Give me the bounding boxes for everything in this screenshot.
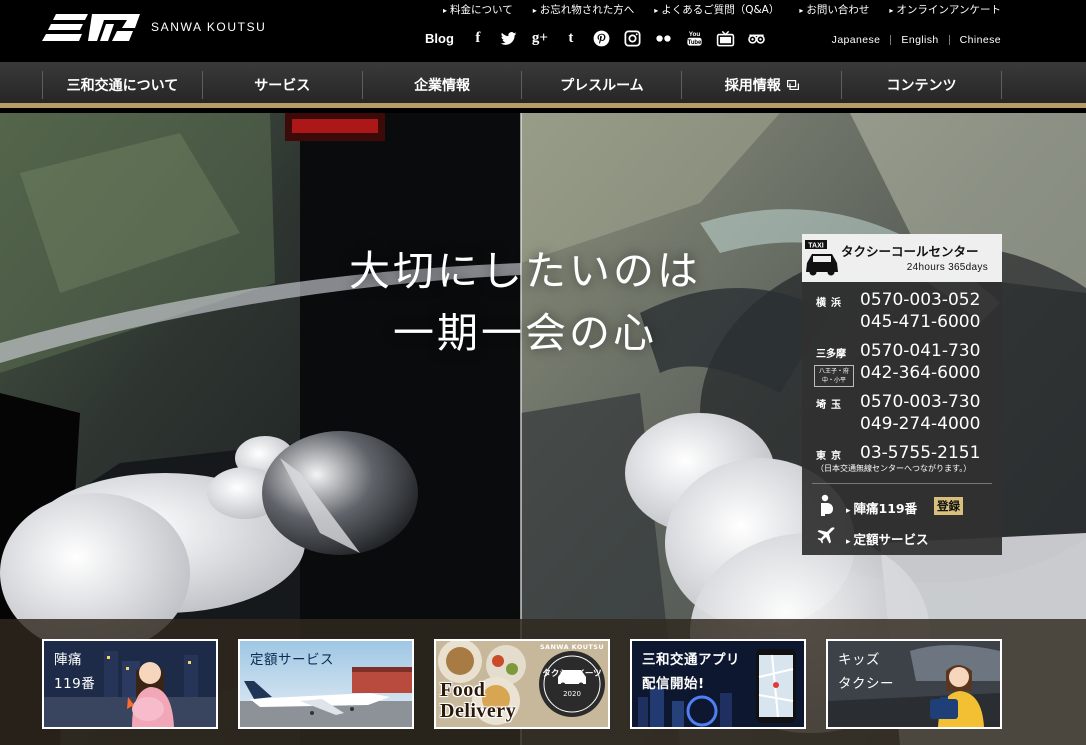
pinterest-icon[interactable] (592, 28, 612, 48)
lang-chinese[interactable]: Chinese (950, 34, 1001, 46)
nav-company[interactable]: 企業情報 (363, 71, 523, 99)
utility-link-faq[interactable]: よくあるご質問（Q&A） (654, 2, 779, 17)
blog-link[interactable]: Blog (425, 31, 454, 46)
call-center-header: TAXI タクシーコールセンター 24hours 365days (802, 234, 1002, 282)
banner-title: 三和交通アプリ (642, 652, 740, 668)
call-center-divider (812, 483, 992, 484)
hero-tagline-line1: 大切にしたいのは (349, 247, 701, 295)
utility-link-fare[interactable]: 料金について (443, 2, 513, 17)
google-plus-icon[interactable]: g+ (530, 28, 550, 48)
banner-food-delivery[interactable]: Food Delivery SANWA KOUTSU タクシーイーツ 2020 (434, 639, 610, 729)
seal-title: タクシーイーツ (542, 669, 602, 679)
nav-contents[interactable]: コンテンツ (842, 71, 1002, 99)
nav-press-label: プレスルーム (560, 78, 644, 94)
region-label: 東京 (816, 451, 846, 462)
phone-number[interactable]: 045-471-6000 (860, 312, 980, 332)
tripadvisor-icon[interactable] (747, 28, 767, 48)
flickr-icon[interactable] (654, 28, 674, 48)
banner-title: キッズ (838, 652, 880, 668)
utility-link-contact[interactable]: お問い合わせ (799, 2, 869, 17)
svg-text:三和: 三和 (42, 14, 44, 15)
banner-subtitle: タクシー (838, 676, 894, 692)
phone-number[interactable]: 042-364-6000 (860, 363, 980, 383)
banner-strip: 陣痛 119番 定額サービス Food Delivery SANWA KOUTS… (0, 619, 1086, 745)
nav-company-label: 企業情報 (414, 78, 471, 94)
labor-pain-119-link[interactable]: 陣痛119番 登録 (802, 492, 1002, 518)
phone-number[interactable]: 0570-003-730 (860, 392, 980, 412)
region-sublabel: 八王子・府中・小平 (814, 365, 854, 387)
labor-pain-119-label: 陣痛119番 (846, 498, 918, 517)
banner-subtitle: 119番 (54, 676, 96, 692)
banner-labor-pain-119[interactable]: 陣痛 119番 (42, 639, 218, 729)
seal-year: 2020 (563, 690, 581, 698)
banner-title: 陣痛 (54, 652, 82, 668)
call-center-title: タクシーコールセンター (841, 244, 979, 259)
main-nav: 三和交通について サービス 企業情報 プレスルーム 採用情報 コンテンツ (0, 62, 1086, 108)
tumblr-icon[interactable]: t (561, 28, 581, 48)
banner-flat-rate-service[interactable]: 定額サービス (238, 639, 414, 729)
hero-tagline: 大切にしたいのは 一期一会の心 (290, 240, 760, 364)
pregnant-woman-icon (821, 494, 833, 516)
taxi-call-center-panel: TAXI タクシーコールセンター 24hours 365days 横浜 0570… (802, 234, 1002, 555)
site-header: 三和 SANWA KOUTSU 料金について お忘れ物された方へ よくあるご質問… (0, 0, 1086, 62)
nav-contents-label: コンテンツ (886, 78, 957, 94)
phone-number[interactable]: 0570-003-052 (860, 290, 980, 310)
seal-brand: SANWA KOUTSU (539, 643, 605, 651)
page: 三和 SANWA KOUTSU 料金について お忘れ物された方へ よくあるご質問… (0, 0, 1086, 745)
hero-tagline-line2: 一期一会の心 (393, 309, 657, 357)
tokyo-note: （日本交通無線センターへつながります。） (816, 464, 972, 473)
taxi-icon: TAXI (805, 240, 838, 276)
nav-recruit-label: 採用情報 (724, 78, 781, 94)
hero-slideshow: 大切にしたいのは 一期一会の心 TAXI タクシーコールセンター 24hours… (0, 113, 1086, 745)
nav-services[interactable]: サービス (203, 71, 363, 99)
language-switcher: Japanese English Chinese (822, 34, 1001, 46)
brand-name: SANWA KOUTSU (151, 20, 267, 34)
nav-press[interactable]: プレスルーム (522, 71, 683, 99)
flat-rate-service-link[interactable]: 定額サービス (802, 523, 1002, 549)
svg-text:TAXI: TAXI (808, 242, 823, 249)
tv-icon[interactable] (716, 28, 736, 48)
facebook-icon[interactable]: f (468, 28, 488, 48)
register-badge[interactable]: 登録 (934, 497, 963, 515)
banner-app-release[interactable]: 三和交通アプリ 配信開始! (630, 639, 806, 729)
sanwa-logo-icon[interactable]: 三和 (42, 14, 140, 42)
call-center-hours: 24hours 365days (906, 262, 988, 273)
region-label: 三多摩 (816, 349, 846, 360)
region-label: 埼玉 (816, 400, 846, 411)
region-label: 横浜 (816, 298, 846, 309)
twitter-icon[interactable] (499, 28, 519, 48)
nav-about-label: 三和交通について (66, 78, 179, 94)
utility-links: 料金について お忘れ物された方へ よくあるご質問（Q&A） お問い合わせ オンラ… (443, 2, 1001, 17)
banner-subtitle: 配信開始! (642, 676, 705, 692)
lang-japanese[interactable]: Japanese (822, 34, 891, 46)
svg-text:You: You (689, 31, 701, 38)
nav-about[interactable]: 三和交通について (43, 71, 203, 99)
utility-link-lost-items[interactable]: お忘れ物された方へ (533, 2, 635, 17)
external-window-icon (786, 80, 799, 90)
main-nav-items: 三和交通について サービス 企業情報 プレスルーム 採用情報 コンテンツ (42, 71, 1002, 99)
lang-english[interactable]: English (891, 34, 948, 46)
banner-title: Food (440, 679, 486, 701)
nav-services-label: サービス (254, 78, 311, 94)
utility-link-survey[interactable]: オンラインアンケート (889, 2, 1001, 17)
nav-recruit[interactable]: 採用情報 (682, 71, 843, 99)
phone-number[interactable]: 049-274-4000 (860, 414, 980, 434)
banner-subtitle: Delivery (440, 700, 517, 722)
airplane-icon (817, 527, 835, 544)
youtube-icon[interactable]: You Tube (685, 28, 705, 48)
phone-number[interactable]: 03-5755-2151 (860, 443, 980, 463)
svg-text:Tube: Tube (688, 40, 702, 46)
flat-rate-service-label: 定額サービス (846, 529, 929, 548)
banner-title: 定額サービス (250, 652, 334, 668)
banner-kids-taxi[interactable]: キッズ タクシー (826, 639, 1002, 729)
instagram-icon[interactable] (623, 28, 643, 48)
phone-number[interactable]: 0570-041-730 (860, 341, 980, 361)
social-links: Blog f g+ t You Tube (425, 27, 767, 49)
